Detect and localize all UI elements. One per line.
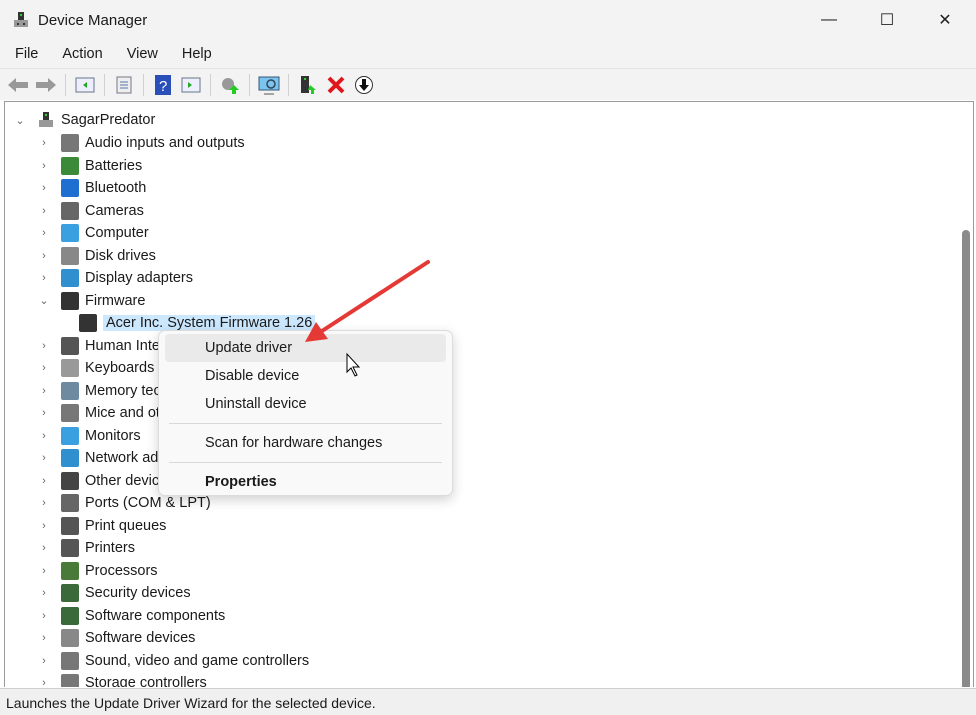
annotation-arrow xyxy=(305,260,430,377)
mouse-cursor-icon xyxy=(346,352,361,377)
status-bar: Launches the Update Driver Wizard for th… xyxy=(0,688,976,715)
